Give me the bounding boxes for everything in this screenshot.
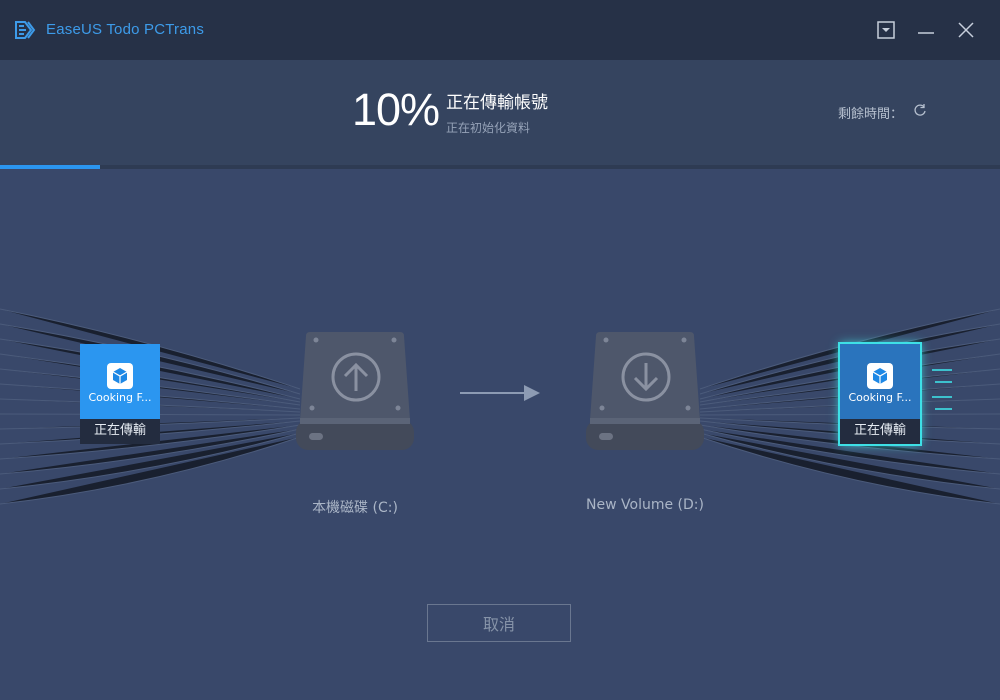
app-title: EaseUS Todo PCTrans [46,21,205,38]
logo-icon [15,21,36,39]
source-item-status: 正在傳輸 [93,423,146,438]
target-item-status: 正在傳輸 [853,423,906,438]
status-title: 正在傳輸帳號 [446,93,548,113]
refresh-icon [914,104,926,116]
cube-icon [867,363,893,389]
target-drive-label: New Volume (D:) [586,497,704,513]
minimize-icon[interactable] [914,18,938,42]
target-item-name: Cooking F... [848,391,912,404]
progress-percent: 10% [352,84,440,135]
transfer-arrow-icon [460,385,540,401]
cancel-button[interactable]: 取消 [427,604,571,642]
source-item-name: Cooking F... [88,391,152,404]
status-subtitle: 正在初始化資料 [446,121,531,135]
target-item-card[interactable]: Cooking F... 正在傳輸 [840,344,920,444]
remaining-time-label: 剩餘時間： [838,107,904,122]
download-drive-icon [586,332,704,450]
cube-icon [107,363,133,389]
close-icon[interactable] [954,18,978,42]
upload-drive-icon [296,332,414,450]
dropdown-icon[interactable] [874,18,898,42]
source-item-card[interactable]: Cooking F... 正在傳輸 [80,344,160,444]
source-drive-label: 本機磁碟 (C:) [312,500,398,516]
title-bar: EaseUS Todo PCTrans [0,0,1000,60]
